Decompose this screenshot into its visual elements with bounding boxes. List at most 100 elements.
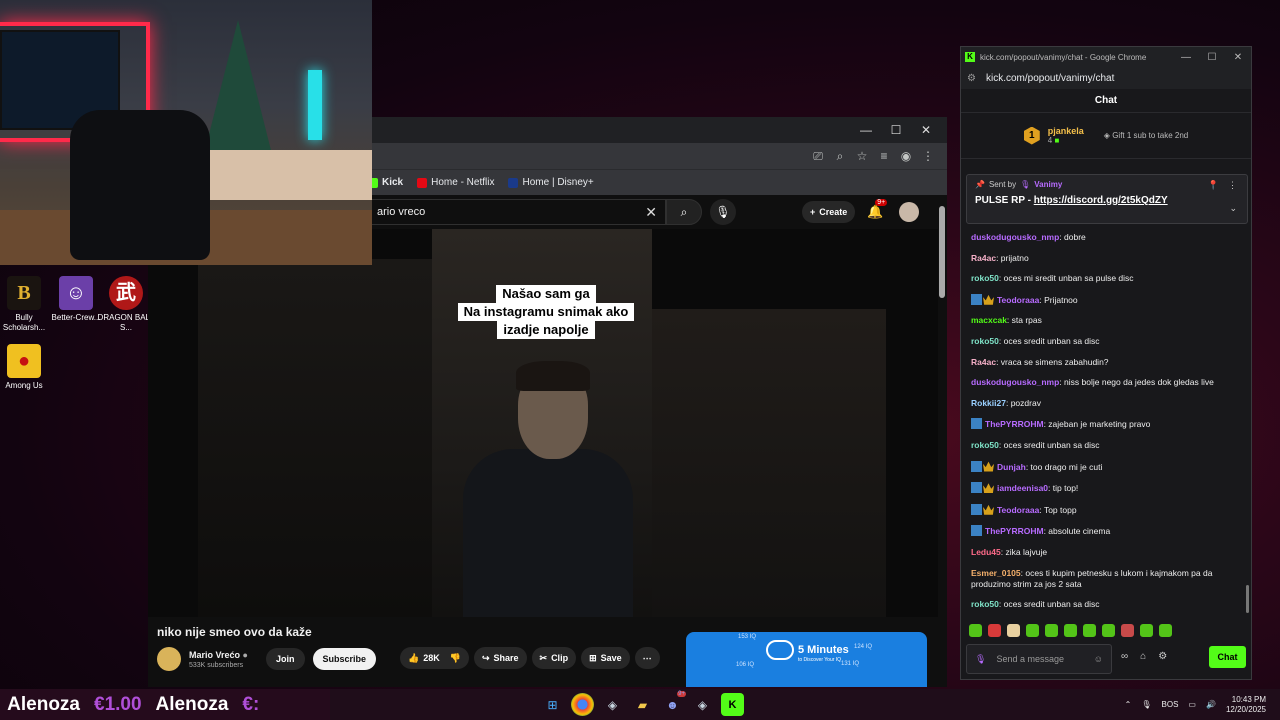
emote-icon[interactable] (969, 624, 982, 637)
save-button[interactable]: ⊞ Save (581, 647, 630, 669)
pinned-author[interactable]: Vanimy (1034, 180, 1062, 189)
chat-username[interactable]: Ledu45 (971, 547, 1001, 557)
chat-username[interactable]: Dunjah (997, 462, 1026, 472)
emote-icon[interactable] (1026, 624, 1039, 637)
chat-scrollbar[interactable] (1246, 585, 1249, 613)
emote-icon[interactable] (1083, 624, 1096, 637)
language-indicator[interactable]: BOS (1162, 700, 1179, 709)
chat-username[interactable]: Teodoraaa (997, 295, 1039, 305)
pinned-message[interactable]: 📌 Sent by 🎙 Vanimy PULSE RP - https://di… (966, 174, 1248, 224)
close-icon[interactable]: ✕ (1225, 52, 1251, 63)
steam-secondary-icon[interactable]: ◈ (691, 693, 714, 716)
bookmark-kick[interactable]: Kick (368, 177, 403, 188)
minimize-icon[interactable]: — (851, 123, 881, 137)
points-icon[interactable]: ∞ (1121, 651, 1128, 662)
chat-username[interactable]: macxcak (971, 315, 1007, 325)
chat-username[interactable]: duskodugousko_nmp (971, 377, 1059, 387)
create-button[interactable]: + Create (802, 201, 856, 223)
bookmark-star-icon[interactable]: ☆ (851, 149, 873, 163)
bookmark-netflix[interactable]: Home - Netflix (417, 177, 494, 188)
video-player[interactable]: Našao sam ga Na instagramu snimak ako iz… (148, 229, 938, 617)
maximize-icon[interactable]: ☐ (881, 123, 911, 137)
steam-icon[interactable]: ◈ (601, 693, 624, 716)
zoom-icon[interactable]: ⌕ (829, 149, 851, 164)
emote-icon[interactable] (1159, 624, 1172, 637)
more-options-icon[interactable]: ⋮ (1228, 180, 1237, 191)
chat-username[interactable]: Rokkii27 (971, 398, 1006, 408)
chat-username[interactable]: duskodugousko_nmp (971, 232, 1059, 242)
pinned-link[interactable]: https://discord.gg/2t5kQdZY (1034, 195, 1168, 206)
ticker-donor: Alenoza (7, 693, 80, 715)
clock[interactable]: 10:43 PM 12/20/2025 (1226, 695, 1266, 715)
emoji-icon[interactable]: ☺ (1094, 654, 1103, 664)
chat-username[interactable]: Teodoraaa (997, 505, 1039, 515)
store-icon[interactable]: ⌂ (1140, 651, 1146, 662)
microphone-icon[interactable]: 🎙 (1141, 700, 1151, 709)
like-button[interactable]: 👍 28K 👎 (400, 647, 469, 669)
cast-icon[interactable]: ⎚ (807, 149, 829, 164)
emote-icon[interactable] (1102, 624, 1115, 637)
maximize-icon[interactable]: ☐ (1199, 52, 1225, 63)
media-icon[interactable]: ≡ (873, 149, 895, 163)
chat-username[interactable]: ThePYRROHM (985, 419, 1044, 429)
gift-prompt[interactable]: ◈ Gift 1 sub to take 2nd (1104, 131, 1188, 140)
kick-address-bar[interactable]: ⚙ kick.com/popout/vanimy/chat (961, 67, 1251, 89)
gift-leaderboard[interactable]: 1 pjankela 4 ■ ◈ Gift 1 sub to take 2nd (961, 113, 1251, 159)
menu-icon[interactable]: ⋮ (917, 149, 939, 163)
chat-username[interactable]: roko50 (971, 599, 999, 609)
more-actions-button[interactable]: ⋯ (634, 647, 660, 669)
chat-username[interactable]: ThePYRROHM (985, 526, 1044, 536)
dislike-button[interactable]: 👎 (450, 653, 461, 664)
chat-username[interactable]: iamdeenisa0 (997, 483, 1048, 493)
chrome-icon[interactable] (571, 693, 594, 716)
chat-username[interactable]: roko50 (971, 336, 999, 346)
chat-username[interactable]: roko50 (971, 440, 999, 450)
chat-username[interactable]: roko50 (971, 273, 999, 283)
clip-button[interactable]: ✂ Clip (531, 647, 577, 669)
settings-gear-icon[interactable]: ⚙ (1158, 651, 1167, 662)
notifications-button[interactable]: 🔔 9+ (867, 199, 888, 220)
emote-icon[interactable] (1007, 624, 1020, 637)
subscribe-button[interactable]: Subscribe (312, 648, 377, 670)
join-button[interactable]: Join (265, 648, 305, 670)
chat-username[interactable]: Esmer_0105 (971, 568, 1021, 578)
chat-username[interactable]: Ra4ac (971, 253, 996, 263)
user-avatar[interactable] (899, 202, 920, 222)
unpin-icon[interactable]: 📍 (1208, 180, 1219, 191)
search-button[interactable]: ⌕ (666, 199, 702, 225)
page-scrollbar[interactable] (939, 202, 945, 682)
volume-icon[interactable]: 🔊 (1206, 700, 1216, 709)
chat-message: ThePYRROHM: zajeban je marketing pravo (971, 418, 1241, 430)
minimize-icon[interactable]: — (1173, 52, 1199, 63)
bookmark-disney[interactable]: Home | Disney+ (508, 177, 594, 188)
close-icon[interactable]: ✕ (911, 123, 941, 137)
profile-icon[interactable]: ◉ (895, 149, 917, 163)
desktop-icon-dragon-ball[interactable]: 武 DRAGON BALL S... (96, 276, 156, 333)
tray-overflow-icon[interactable]: ⌃ (1125, 700, 1132, 709)
site-settings-icon[interactable]: ⚙ (967, 73, 976, 84)
network-icon[interactable]: ▭ (1188, 700, 1196, 709)
share-button[interactable]: ↪ Share (473, 647, 527, 669)
chevron-down-icon[interactable]: ⌄ (1229, 203, 1237, 214)
voice-search-button[interactable]: 🎙 (710, 199, 736, 225)
chat-message-input[interactable]: 🎙 Send a message ☺ (966, 644, 1112, 674)
channel-name[interactable]: Mario Vrećo ● (189, 650, 248, 660)
emote-icon[interactable] (988, 624, 1001, 637)
desktop-icon-among-us[interactable]: ● Among Us (0, 344, 54, 391)
emote-icon[interactable] (1064, 624, 1077, 637)
clear-search-icon[interactable]: ✕ (645, 200, 657, 224)
emote-icon[interactable] (1140, 624, 1153, 637)
discord-icon[interactable]: ☻ 9+ (661, 691, 686, 716)
start-button[interactable]: ⊞ (541, 693, 564, 716)
scrollbar-thumb[interactable] (939, 206, 945, 298)
emote-icon[interactable] (1121, 624, 1134, 637)
channel-avatar[interactable] (157, 647, 181, 671)
chat-username[interactable]: Ra4ac (971, 357, 996, 367)
kick-app-icon[interactable]: K (721, 693, 744, 716)
sidebar-ad[interactable]: 5 Minutes to Discover Your IQ 153 IQ 124… (686, 632, 927, 687)
kick-url[interactable]: kick.com/popout/vanimy/chat (986, 73, 1114, 84)
emote-icon[interactable] (1045, 624, 1058, 637)
file-explorer-icon[interactable]: ▰ (631, 693, 654, 716)
leader-name[interactable]: pjankela (1048, 126, 1084, 136)
send-chat-button[interactable]: Chat (1209, 646, 1246, 668)
